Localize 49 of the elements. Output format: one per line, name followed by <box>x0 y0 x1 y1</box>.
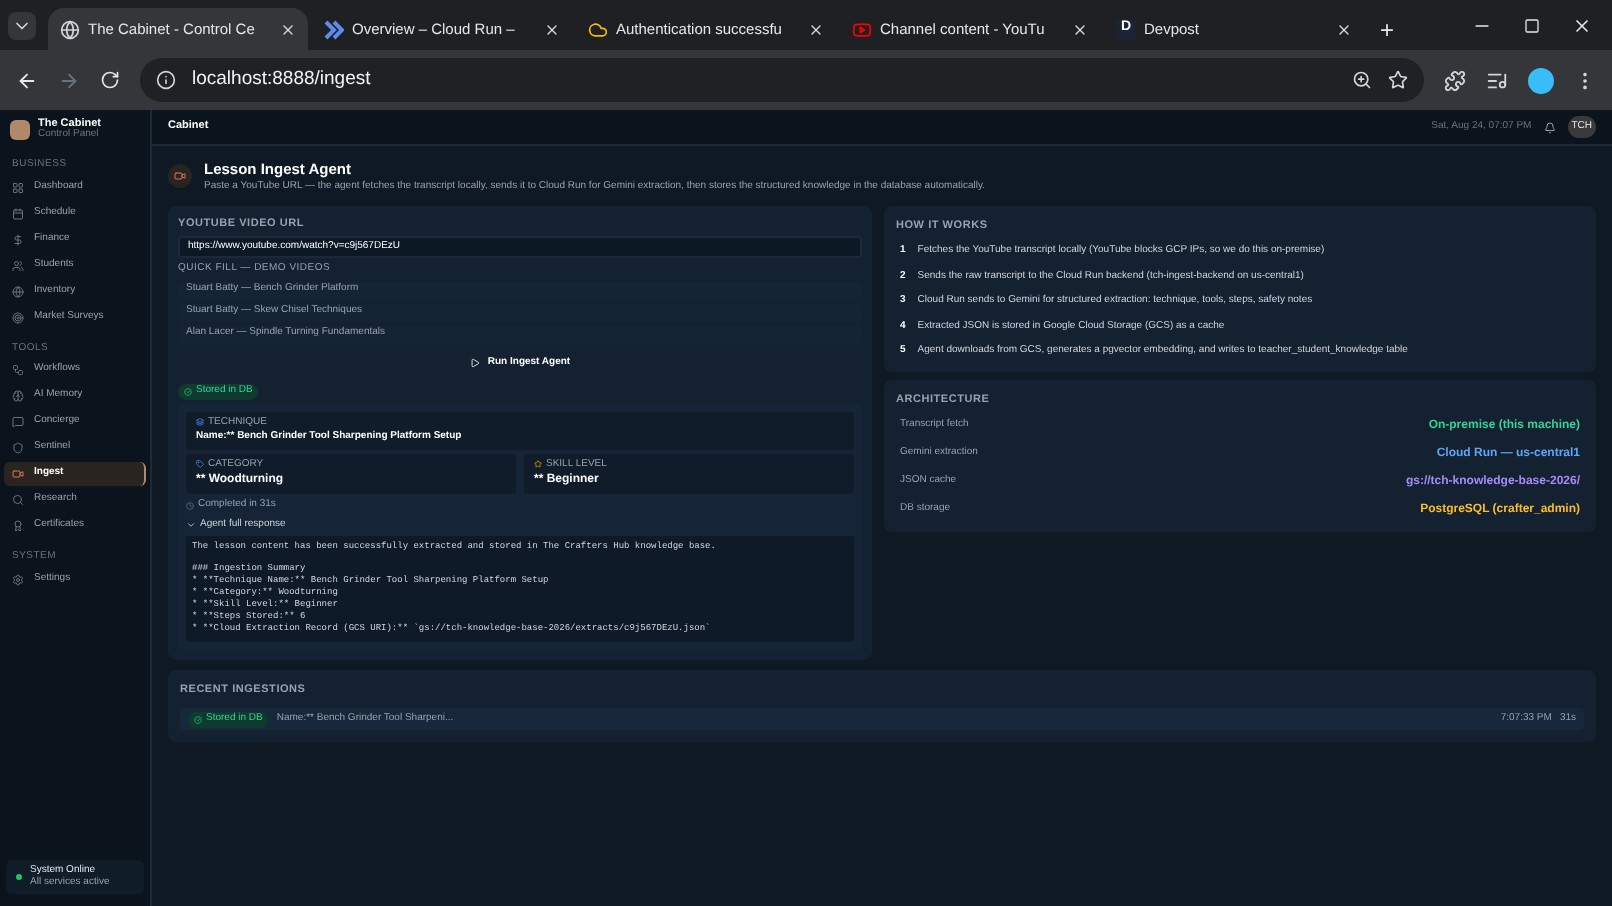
target-icon <box>12 311 24 323</box>
dollar-icon <box>12 233 24 245</box>
url-text: localhost:8888/ingest <box>192 65 373 94</box>
award-icon <box>12 520 24 532</box>
close-window-icon[interactable] <box>1572 15 1592 35</box>
bookmark-star-icon[interactable] <box>1388 70 1408 90</box>
play-icon <box>469 358 480 368</box>
video-icon <box>12 468 24 480</box>
tab-list-icon[interactable] <box>8 11 36 39</box>
calendar-icon <box>12 207 24 219</box>
users-icon <box>12 259 24 271</box>
shield-icon <box>12 442 24 454</box>
search-icon <box>12 494 24 506</box>
restore-icon[interactable] <box>1524 17 1540 33</box>
globe-icon <box>12 285 24 297</box>
check-icon <box>194 715 202 724</box>
info-icon[interactable] <box>156 70 176 90</box>
address-bar[interactable]: localhost:8888/ingest <box>140 58 1424 102</box>
close-icon[interactable] <box>280 21 296 37</box>
extensions-icon[interactable] <box>1444 69 1466 91</box>
video-icon <box>168 164 192 189</box>
reload-icon[interactable] <box>100 70 120 90</box>
chevrons-icon <box>324 19 344 39</box>
close-icon[interactable] <box>544 21 560 37</box>
tag-icon <box>196 460 204 469</box>
zoom-icon[interactable] <box>1352 70 1372 90</box>
layers-icon <box>196 418 204 427</box>
close-icon[interactable] <box>808 21 824 37</box>
globe-icon <box>60 19 80 39</box>
clock-icon <box>186 501 194 510</box>
profile-avatar[interactable] <box>1528 67 1554 93</box>
forward-icon[interactable] <box>58 69 80 91</box>
bell-icon[interactable] <box>1543 121 1556 133</box>
grid-icon <box>12 181 24 193</box>
star-icon <box>534 460 542 469</box>
chevron-down-icon <box>186 519 196 530</box>
back-icon[interactable] <box>16 69 38 91</box>
new-tab-button[interactable]: + <box>1380 11 1395 47</box>
chat-icon <box>12 416 24 428</box>
brand-logo-icon <box>10 120 30 140</box>
close-icon[interactable] <box>1336 21 1352 37</box>
workflow-icon <box>12 364 24 376</box>
brain-icon <box>12 390 24 402</box>
cloud-icon <box>588 19 608 39</box>
settings-icon <box>12 573 24 585</box>
video-play-icon <box>852 19 872 39</box>
media-icon[interactable] <box>1486 69 1508 91</box>
check-icon <box>184 387 192 395</box>
close-icon[interactable] <box>1072 21 1088 37</box>
